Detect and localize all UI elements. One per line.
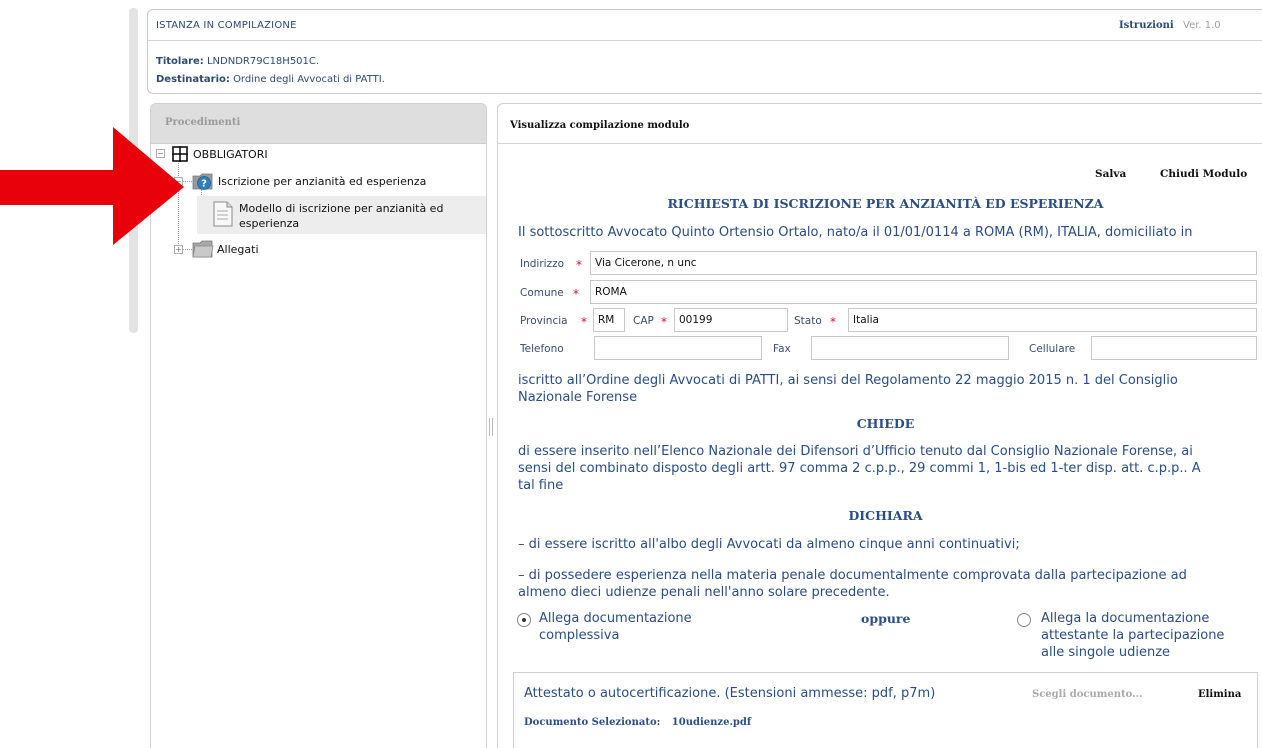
required-marker: * bbox=[573, 287, 579, 301]
attachment-label: Attestato o autocertificazione. (Estensi… bbox=[524, 686, 936, 701]
fax-input[interactable] bbox=[811, 336, 1009, 360]
tree-leaf-line2: esperienza bbox=[239, 217, 300, 230]
tree-leaf-line1: Modello di iscrizione per anzianità ed bbox=[239, 202, 444, 215]
selected-document-file: 10udienze.pdf bbox=[671, 717, 752, 728]
chiede-line2: sensi del combinato disposto degli artt.… bbox=[518, 461, 1201, 476]
titolare-label: Titolare: bbox=[156, 56, 204, 67]
delete-document-button[interactable]: Elimina bbox=[1198, 689, 1241, 700]
fax-label: Fax bbox=[773, 343, 791, 355]
option1-line1: Allega documentazione bbox=[539, 611, 692, 626]
selected-document-label: Documento Selezionato: bbox=[524, 717, 661, 728]
tree-root-obbligatori[interactable]: OBBLIGATORI bbox=[193, 148, 268, 161]
instance-header: ISTANZA IN COMPILAZIONE Istruzioni Ver. … bbox=[147, 9, 1262, 94]
save-button[interactable]: Salva bbox=[1095, 168, 1126, 180]
oppure-label: oppure bbox=[861, 611, 911, 626]
chiede-line3: tal fine bbox=[518, 478, 564, 493]
cellulare-input[interactable] bbox=[1091, 336, 1257, 360]
chiede-heading: CHIEDE bbox=[856, 416, 915, 431]
required-marker: * bbox=[830, 315, 836, 329]
red-arrow-annotation bbox=[0, 127, 184, 245]
cellulare-label: Cellulare bbox=[1029, 343, 1076, 355]
indirizzo-input[interactable] bbox=[590, 251, 1257, 275]
panel-splitter-handle[interactable] bbox=[489, 418, 493, 436]
procedures-panel: Procedimenti − OBBLIGATORI − ? Iscrizion… bbox=[150, 103, 487, 748]
form-panel: Visualizza compilazione modulo Salva Chi… bbox=[497, 103, 1262, 748]
version-label: Ver. 1.0 bbox=[1183, 20, 1221, 31]
option2-label[interactable]: Allega la documentazione attestante la p… bbox=[1041, 610, 1224, 661]
stato-label: Stato bbox=[794, 315, 822, 327]
tree-node-iscrizione[interactable]: Iscrizione per anzianità ed esperienza bbox=[218, 175, 426, 188]
header-top-bar: ISTANZA IN COMPILAZIONE Istruzioni Ver. … bbox=[148, 10, 1262, 41]
radio-singole-udienze[interactable] bbox=[1017, 613, 1031, 627]
comune-input[interactable] bbox=[590, 280, 1257, 304]
tree-leaf-modello[interactable]: Modello di iscrizione per anzianità ed e… bbox=[239, 201, 443, 231]
document-icon bbox=[213, 201, 233, 227]
titolare-value: LNDNDR79C18H501C. bbox=[206, 56, 320, 67]
svg-text:?: ? bbox=[201, 179, 207, 190]
option1-line2: complessiva bbox=[539, 628, 620, 643]
required-marker: * bbox=[581, 315, 587, 329]
attachment-box: Attestato o autocertificazione. (Estensi… bbox=[513, 672, 1258, 748]
intro-text: Il sottoscritto Avvocato Quinto Ortensio… bbox=[518, 225, 1193, 240]
destinatario-line: Destinatario: Ordine degli Avvocati di P… bbox=[156, 74, 385, 85]
instructions-link[interactable]: Istruzioni bbox=[1119, 20, 1174, 31]
telefono-input[interactable] bbox=[594, 336, 762, 360]
indirizzo-label: Indirizzo bbox=[520, 258, 565, 270]
iscritto-text: iscritto all’Ordine degli Avvocati di PA… bbox=[518, 372, 1178, 406]
stato-input[interactable] bbox=[848, 308, 1257, 332]
form-title: RICHIESTA DI ISCRIZIONE PER ANZIANITÀ ED… bbox=[667, 196, 1104, 211]
cap-input[interactable] bbox=[674, 308, 788, 332]
iscritto-line2: Nazionale Forense bbox=[518, 390, 638, 405]
dichiara-heading: DICHIARA bbox=[848, 508, 923, 523]
chiede-text: di essere inserito nell’Elenco Nazionale… bbox=[518, 443, 1201, 494]
required-marker: * bbox=[576, 258, 582, 272]
destinatario-value: Ordine degli Avvocati di PATTI. bbox=[233, 74, 385, 85]
dichiara-item-1: – di essere iscritto all'albo degli Avvo… bbox=[518, 537, 1020, 552]
iscritto-line1: iscritto all’Ordine degli Avvocati di PA… bbox=[518, 373, 1178, 388]
provincia-label: Provincia bbox=[520, 315, 568, 327]
provincia-input[interactable] bbox=[593, 308, 625, 332]
telefono-label: Telefono bbox=[520, 343, 564, 355]
radio-documentazione-complessiva[interactable] bbox=[517, 613, 531, 627]
option2-line1: Allega la documentazione bbox=[1041, 611, 1210, 626]
option1-label[interactable]: Allega documentazione complessiva bbox=[539, 610, 692, 644]
destinatario-label: Destinatario: bbox=[156, 74, 230, 85]
titolare-line: Titolare: LNDNDR79C18H501C. bbox=[156, 56, 319, 67]
chiede-line1: di essere inserito nell’Elenco Nazionale… bbox=[518, 444, 1193, 459]
form-panel-title: Visualizza compilazione modulo bbox=[510, 120, 690, 131]
cap-label: CAP bbox=[633, 315, 654, 327]
close-module-button[interactable]: Chiudi Modulo bbox=[1160, 168, 1247, 180]
dichiara-item-2-line2: almeno dieci udienze penali nell'anno so… bbox=[518, 585, 890, 600]
instance-status-title: ISTANZA IN COMPILAZIONE bbox=[156, 20, 297, 31]
required-marker: * bbox=[661, 315, 667, 329]
procedures-panel-header: Procedimenti bbox=[151, 104, 486, 144]
form-panel-header: Visualizza compilazione modulo bbox=[498, 104, 1262, 144]
dichiara-item-2: – di possedere esperienza nella materia … bbox=[518, 567, 1187, 601]
dichiara-item-2-line1: – di possedere esperienza nella materia … bbox=[518, 568, 1187, 583]
option2-line3: alle singole udienze bbox=[1041, 645, 1171, 660]
tree-node-allegati[interactable]: Allegati bbox=[217, 243, 259, 256]
comune-label: Comune bbox=[520, 287, 564, 299]
option2-line2: attestante la partecipazione bbox=[1041, 628, 1225, 643]
choose-document-button[interactable]: Scegli documento... bbox=[1032, 689, 1143, 700]
selected-document-line: Documento Selezionato: 10udienze.pdf bbox=[524, 717, 751, 728]
